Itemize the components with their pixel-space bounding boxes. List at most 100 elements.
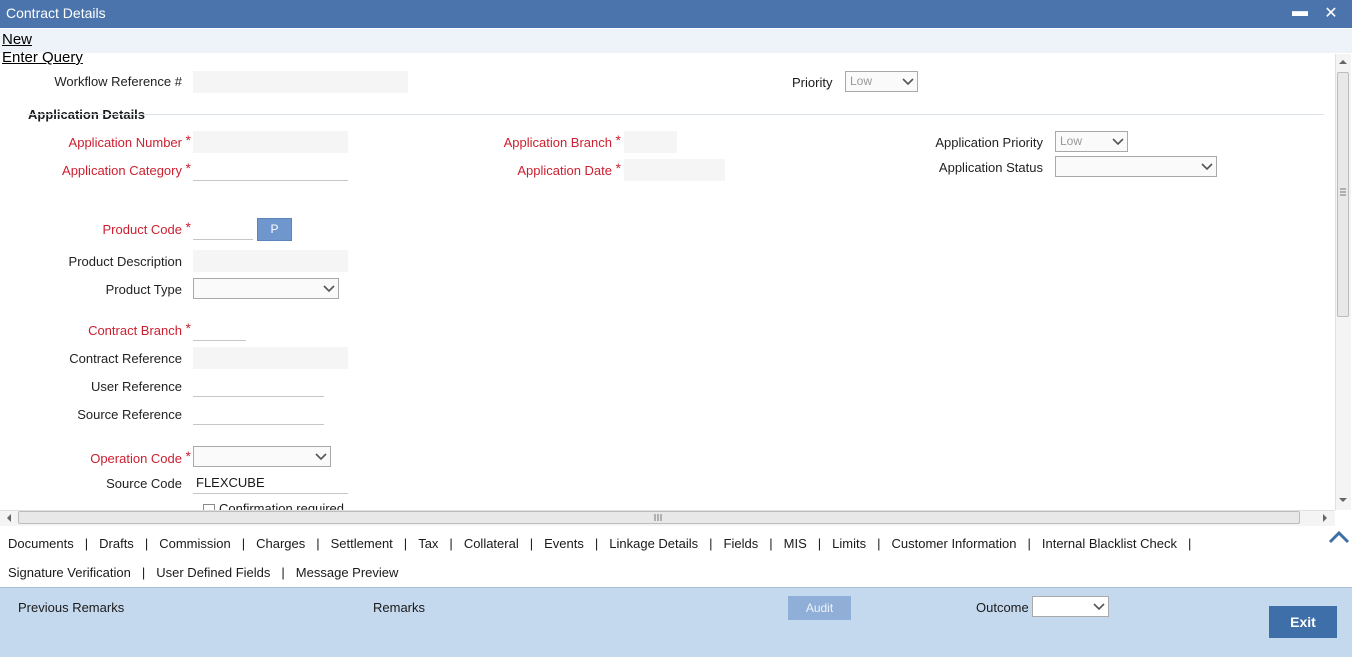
tab-settlement[interactable]: Settlement	[331, 536, 393, 551]
user-reference-label: User Reference	[90, 379, 182, 394]
workflow-reference-label: Workflow Reference #	[54, 74, 182, 89]
product-code-label: Product Code *	[2, 219, 192, 237]
priority-select[interactable]: Low	[845, 71, 918, 92]
product-description-input[interactable]	[193, 250, 348, 272]
source-code-input[interactable]: FLEXCUBE	[193, 472, 348, 494]
application-branch-input[interactable]	[624, 131, 677, 153]
chevron-down-icon	[315, 453, 327, 461]
application-priority-value: Low	[1060, 134, 1083, 148]
contract-reference-input[interactable]	[193, 347, 348, 369]
tab-events[interactable]: Events	[544, 536, 584, 551]
outcome-select[interactable]	[1032, 596, 1109, 617]
required-marker: *	[615, 160, 621, 176]
tab-customer-information[interactable]: Customer Information	[891, 536, 1016, 551]
tab-separator: |	[316, 536, 320, 551]
footer-bar	[0, 587, 1352, 657]
section-divider	[28, 114, 1324, 115]
required-marker: *	[185, 160, 191, 176]
tab-separator: |	[1188, 536, 1192, 551]
close-icon[interactable]: ✕	[1322, 3, 1340, 23]
chevron-down-icon	[1201, 163, 1213, 171]
enter-query-link[interactable]: Enter Query	[2, 49, 83, 67]
contract-branch-label: Contract Branch *	[2, 320, 191, 338]
window-titlebar: Contract Details ▬ ✕	[0, 0, 1352, 28]
confirmation-label: Confirmation required	[219, 501, 345, 510]
remarks-label[interactable]: Remarks	[373, 600, 425, 615]
priority-value: Low	[850, 74, 873, 88]
application-priority-select[interactable]: Low	[1055, 131, 1128, 152]
chevron-down-icon	[323, 285, 335, 293]
application-status-select[interactable]	[1055, 156, 1217, 177]
source-reference-input[interactable]	[193, 403, 324, 425]
arrow-down-icon[interactable]	[1338, 495, 1348, 505]
tab-mis[interactable]: MIS	[784, 536, 807, 551]
application-priority-label: Application Priority	[935, 135, 1043, 150]
new-link[interactable]: New	[2, 31, 32, 49]
tab-linkage-details[interactable]: Linkage Details	[609, 536, 698, 551]
tab-separator: |	[769, 536, 773, 551]
product-code-label-text: Product Code	[102, 222, 183, 237]
tab-separator: |	[529, 536, 534, 551]
product-lookup-button[interactable]: P	[257, 218, 292, 241]
tab-charges[interactable]: Charges	[256, 536, 305, 551]
tab-separator: |	[144, 536, 149, 551]
grip-icon	[654, 514, 662, 521]
operation-code-label-text: Operation Code	[90, 451, 182, 466]
tab-separator: |	[403, 536, 408, 551]
chevron-up-icon[interactable]	[1328, 529, 1350, 545]
application-date-input[interactable]	[624, 159, 725, 181]
tab-separator: |	[877, 536, 881, 551]
tab-user-defined-fields[interactable]: User Defined Fields	[156, 565, 270, 580]
tab-signature-verification[interactable]: Signature Verification	[8, 565, 131, 580]
application-number-label: Application Number *	[2, 132, 191, 150]
tab-separator: |	[241, 536, 246, 551]
tab-collateral[interactable]: Collateral	[464, 536, 519, 551]
application-category-input[interactable]	[193, 159, 348, 181]
priority-label: Priority	[792, 75, 833, 90]
minimize-icon[interactable]: ▬	[1291, 3, 1309, 21]
tab-separator: |	[449, 536, 453, 551]
user-reference-input[interactable]	[193, 375, 324, 397]
required-marker: *	[185, 219, 191, 235]
clipped-row: Confirmation required	[0, 500, 1335, 510]
tab-commission[interactable]: Commission	[159, 536, 231, 551]
required-marker: *	[185, 320, 191, 336]
application-category-label: Application Category *	[2, 160, 191, 178]
tab-drafts[interactable]: Drafts	[99, 536, 134, 551]
contract-branch-label-text: Contract Branch	[88, 323, 182, 338]
tab-separator: |	[817, 536, 822, 551]
application-date-label: Application Date *	[432, 160, 621, 178]
arrow-right-icon[interactable]	[1320, 513, 1330, 523]
product-code-input[interactable]	[193, 218, 253, 240]
tab-separator: |	[84, 536, 89, 551]
tab-documents[interactable]: Documents	[8, 536, 74, 551]
audit-button[interactable]: Audit	[788, 596, 851, 620]
exit-button[interactable]: Exit	[1269, 606, 1337, 638]
tab-message-preview[interactable]: Message Preview	[296, 565, 399, 580]
workflow-reference-input[interactable]	[193, 71, 408, 93]
tab-limits[interactable]: Limits	[832, 536, 866, 551]
tab-separator: |	[594, 536, 599, 551]
application-category-label-text: Application Category	[62, 163, 182, 178]
required-marker: *	[615, 132, 621, 148]
tab-fields[interactable]: Fields	[724, 536, 759, 551]
application-number-input[interactable]	[193, 131, 348, 153]
tab-tax[interactable]: Tax	[418, 536, 438, 551]
arrow-left-icon[interactable]	[4, 513, 14, 523]
contract-branch-input[interactable]	[193, 319, 246, 341]
tab-internal-blacklist-check[interactable]: Internal Blacklist Check	[1042, 536, 1177, 551]
product-type-select[interactable]	[193, 278, 339, 299]
required-marker: *	[185, 132, 191, 148]
operation-code-label: Operation Code *	[2, 448, 191, 466]
product-type-label: Product Type	[105, 282, 182, 297]
window-title: Contract Details	[6, 5, 106, 21]
contract-reference-label: Contract Reference	[69, 351, 182, 366]
menu-bar	[0, 29, 1352, 53]
application-branch-label: Application Branch *	[432, 132, 621, 150]
previous-remarks-link[interactable]: Previous Remarks	[18, 600, 124, 615]
operation-code-select[interactable]	[193, 446, 331, 467]
required-marker: *	[185, 448, 191, 464]
application-status-label: Application Status	[938, 160, 1043, 175]
arrow-up-icon[interactable]	[1338, 57, 1348, 67]
tab-separator: |	[281, 565, 285, 580]
